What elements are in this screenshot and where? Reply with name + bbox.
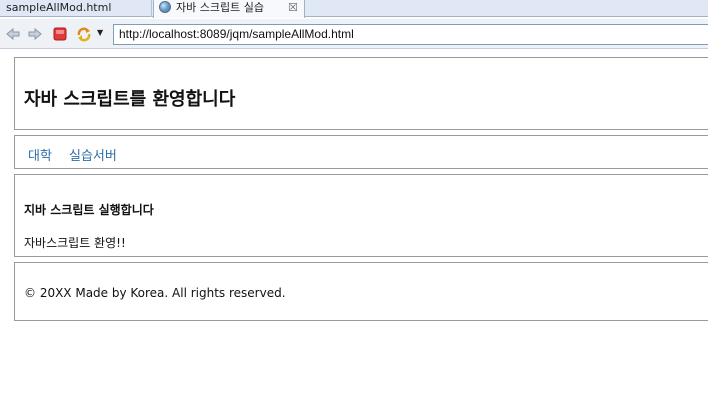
url-input[interactable]: http://localhost:8089/jqm/sampleAllMod.h… [113, 24, 708, 45]
browser-toolbar: ▼ http://localhost:8089/jqm/sampleAllMod… [0, 19, 708, 49]
content-heading: 지바 스크립트 실행합니다 [24, 203, 154, 217]
refresh-icon[interactable] [76, 26, 92, 42]
page-title: 자바 스크립트를 환영합니다 [24, 89, 236, 110]
tab-label: 자바 스크립트 실습 [176, 1, 264, 14]
tab-label: sampleAllMod.html [6, 1, 112, 14]
page-footer: © 20XX Made by Korea. All rights reserve… [14, 262, 708, 321]
page-content: 지바 스크립트 실행합니다 자바스크립트 환영!! [14, 174, 708, 257]
chevron-down-icon[interactable]: ▼ [97, 28, 103, 37]
forward-arrow-icon[interactable] [27, 26, 43, 42]
page-nav: 대학 실습서버 [14, 135, 708, 169]
nav-link-university[interactable]: 대학 [28, 145, 52, 164]
nav-link-practice-server[interactable]: 실습서버 [69, 145, 117, 164]
close-icon[interactable]: ☒ [288, 0, 298, 15]
footer-text: © 20XX Made by Korea. All rights reserve… [24, 286, 286, 300]
page-header: 자바 스크립트를 환영합니다 [14, 57, 708, 130]
tab-javascript-practice[interactable]: 자바 스크립트 실습 ☒ [153, 0, 305, 18]
back-arrow-icon[interactable] [5, 26, 21, 42]
tab-sample-all-mod[interactable]: sampleAllMod.html [0, 0, 152, 17]
tab-strip: sampleAllMod.html 자바 스크립트 실습 ☒ [0, 0, 708, 18]
content-text: 자바스크립트 환영!! [24, 236, 126, 250]
stop-icon[interactable] [52, 26, 68, 42]
globe-icon [159, 1, 171, 13]
